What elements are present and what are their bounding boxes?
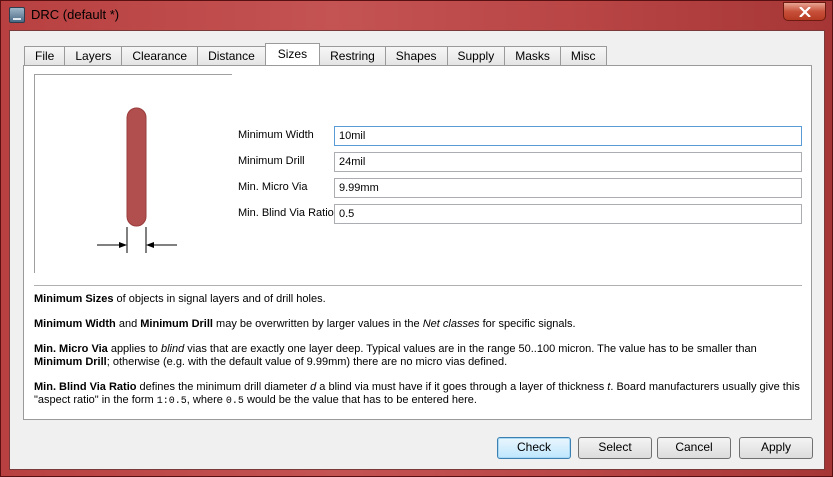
cancel-button[interactable]: Cancel	[657, 437, 731, 459]
help-paragraph-width-drill: Minimum Width and Minimum Drill may be o…	[34, 318, 576, 330]
dimension-left-arrow	[119, 242, 127, 248]
dimension-right-arrow	[146, 242, 154, 248]
min-micro-via-input[interactable]	[334, 178, 802, 198]
trace-width-illustration	[97, 107, 177, 253]
help-paragraph-sizes: Minimum Sizes of objects in signal layer…	[34, 293, 326, 305]
min-width-label: Minimum Width	[238, 129, 314, 141]
select-button[interactable]: Select	[578, 437, 652, 459]
min-width-input[interactable]	[334, 126, 802, 146]
tab-shapes[interactable]: Shapes	[384, 46, 448, 65]
check-button[interactable]: Check	[497, 437, 571, 459]
tab-layers[interactable]: Layers	[64, 46, 123, 65]
min-micro-via-label: Min. Micro Via	[238, 181, 308, 193]
min-blind-via-ratio-input[interactable]	[334, 204, 802, 224]
trace-shape	[126, 107, 147, 227]
tab-restring[interactable]: Restring	[319, 46, 386, 65]
width-preview-diagram	[34, 74, 232, 273]
separator	[34, 285, 802, 286]
tab-supply[interactable]: Supply	[446, 46, 506, 65]
window-title: DRC (default *)	[31, 7, 120, 22]
close-button[interactable]	[783, 2, 826, 21]
dialog-client: File Layers Clearance Distance Sizes Res…	[9, 30, 825, 470]
apply-button[interactable]: Apply	[739, 437, 813, 459]
tab-sizes[interactable]: Sizes	[264, 43, 321, 65]
tab-clearance[interactable]: Clearance	[121, 46, 199, 65]
app-icon	[9, 7, 25, 23]
tab-distance[interactable]: Distance	[197, 46, 266, 65]
tab-masks[interactable]: Masks	[504, 46, 561, 65]
sizes-panel: Minimum Width Minimum Drill Min. Micro V…	[23, 65, 812, 420]
min-drill-input[interactable]	[334, 152, 802, 172]
tab-file[interactable]: File	[24, 46, 66, 65]
close-icon	[799, 7, 811, 17]
min-blind-via-ratio-label: Min. Blind Via Ratio	[238, 207, 334, 219]
tab-misc[interactable]: Misc	[559, 46, 607, 65]
tab-bar: File Layers Clearance Distance Sizes Res…	[24, 43, 607, 65]
help-paragraph-blind-via-ratio: Min. Blind Via Ratio defines the minimum…	[34, 381, 800, 407]
min-drill-label: Minimum Drill	[238, 155, 305, 167]
title-bar[interactable]: DRC (default *)	[1, 1, 832, 29]
drc-window: DRC (default *) File Layers Clearance Di…	[0, 0, 833, 477]
help-paragraph-micro-via: Min. Micro Via applies to blind vias tha…	[34, 343, 757, 368]
help-text: Minimum Sizes of objects in signal layer…	[34, 293, 804, 420]
